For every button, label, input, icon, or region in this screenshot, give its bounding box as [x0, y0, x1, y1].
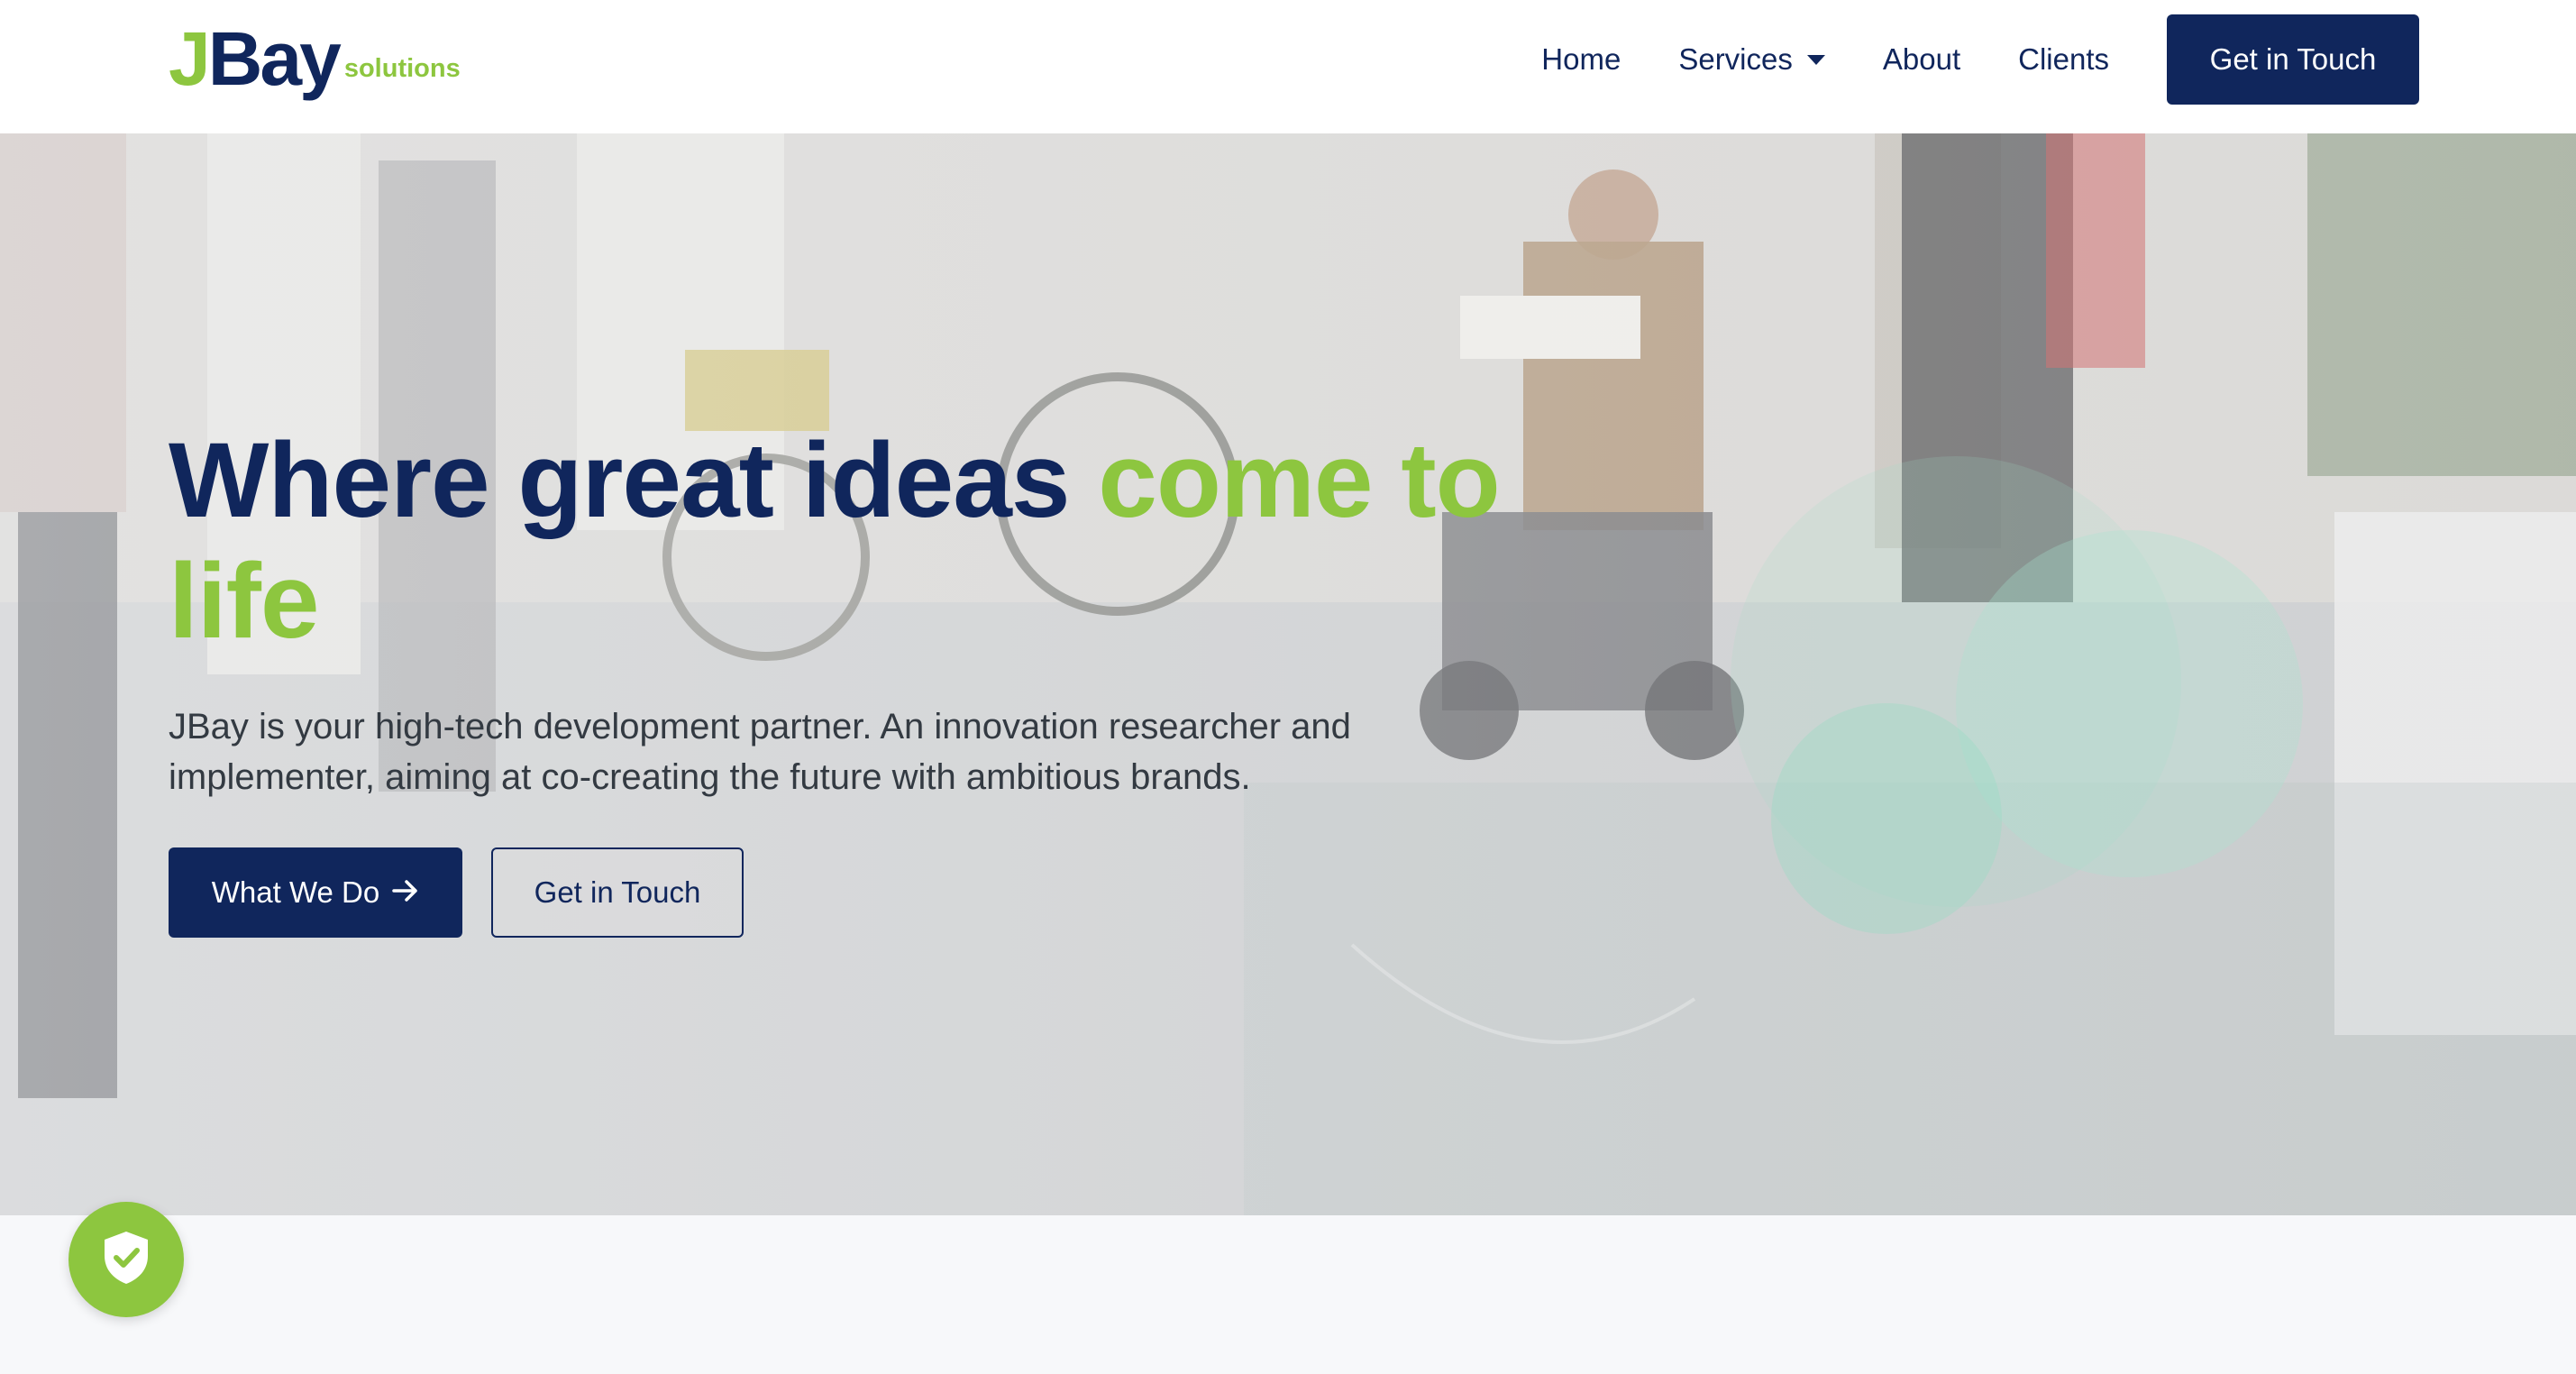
what-we-do-button[interactable]: What We Do: [169, 847, 462, 938]
nav-services[interactable]: Services: [1678, 42, 1825, 77]
logo-j: J: [169, 16, 211, 101]
header-get-in-touch-button[interactable]: Get in Touch: [2167, 14, 2419, 105]
hero-get-in-touch-button[interactable]: Get in Touch: [491, 847, 744, 938]
nav-about[interactable]: About: [1883, 42, 1960, 77]
what-we-do-label: What We Do: [211, 875, 380, 909]
site-header: J Bay solutions Home Services About Clie…: [0, 0, 2576, 133]
main-nav: Home Services About Clients Get in Touch: [1484, 14, 2576, 105]
nav-services-label: Services: [1678, 42, 1793, 76]
nav-clients[interactable]: Clients: [2018, 42, 2109, 77]
hero-section: Where great ideas come to life JBay is y…: [0, 133, 2576, 1215]
shield-check-icon: [101, 1229, 151, 1291]
hero-description: JBay is your high-tech development partn…: [169, 707, 1351, 797]
logo-tagline: solutions: [343, 54, 461, 83]
logo-bay: Bay: [207, 16, 342, 101]
hero-content: Where great ideas come to life JBay is y…: [169, 420, 1521, 938]
hero-title-main: Where great ideas: [169, 421, 1099, 540]
nav-home[interactable]: Home: [1541, 42, 1621, 77]
logo[interactable]: J Bay solutions: [169, 18, 461, 99]
arrow-right-icon: [392, 875, 419, 910]
hero-buttons: What We Do Get in Touch: [169, 847, 1521, 938]
decorative-bubble-small: [1771, 703, 2002, 934]
hero-title: Where great ideas come to life: [169, 420, 1521, 662]
caret-down-icon: [1806, 54, 1825, 65]
decorative-bubble-medium: [1956, 530, 2303, 877]
security-badge-button[interactable]: [69, 1202, 184, 1317]
